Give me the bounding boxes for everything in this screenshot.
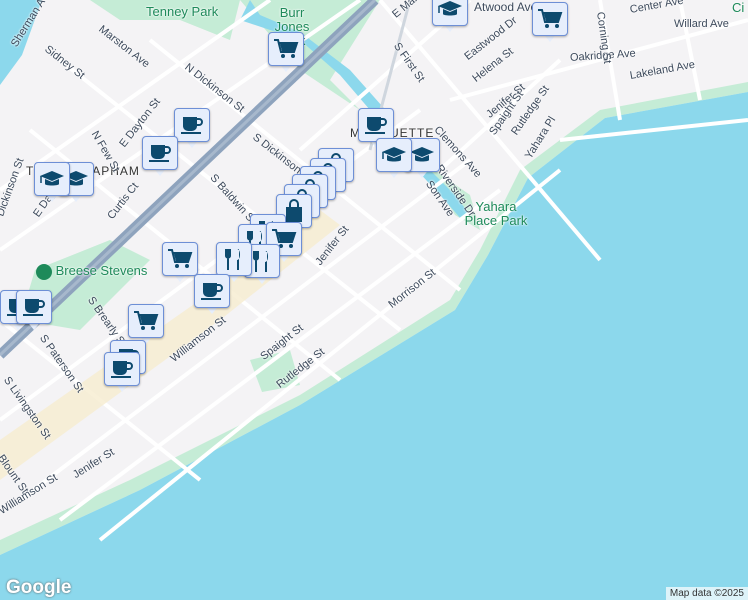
poi-marker-shopping-cart[interactable] xyxy=(268,32,304,76)
park-label-tenney: Tenney Park xyxy=(146,4,219,19)
street-label: Atwood Ave xyxy=(474,0,538,14)
coffee-cup-icon xyxy=(104,352,140,386)
poi-marker-coffee-cup[interactable] xyxy=(194,274,230,318)
google-logo: Google xyxy=(6,577,72,598)
poi-marker-coffee-cup[interactable] xyxy=(16,290,52,334)
poi-marker-graduation-cap[interactable] xyxy=(34,162,70,206)
poi-marker-coffee-cup[interactable] xyxy=(142,136,178,180)
street-label: Willard Ave xyxy=(674,18,729,30)
graduation-cap-icon xyxy=(376,138,412,172)
poi-marker-shopping-cart[interactable] xyxy=(532,2,568,46)
map-canvas[interactable] xyxy=(0,0,748,600)
map-attribution[interactable]: Map data ©2025 xyxy=(665,587,748,600)
breese-stevens-text: Breese Stevens xyxy=(55,263,148,278)
restaurant-icon xyxy=(216,242,252,276)
park-label-breese-stevens: Breese Stevens xyxy=(36,263,147,280)
poi-marker-graduation-cap[interactable] xyxy=(376,138,412,182)
graduation-cap-icon xyxy=(34,162,70,196)
coffee-cup-icon xyxy=(174,108,210,142)
coffee-cup-icon xyxy=(194,274,230,308)
shopping-cart-icon xyxy=(128,304,164,338)
shopping-cart-icon xyxy=(532,2,568,36)
poi-marker-coffee-cup[interactable] xyxy=(174,108,210,152)
shopping-cart-icon xyxy=(268,32,304,66)
poi-marker-shopping-cart[interactable] xyxy=(162,242,198,286)
park-label-partial: Ci xyxy=(732,0,745,15)
graduation-cap-icon xyxy=(432,0,468,26)
poi-marker-coffee-cup[interactable] xyxy=(104,352,140,396)
coffee-cup-icon xyxy=(16,290,52,324)
coffee-cup-icon xyxy=(358,108,394,142)
shopping-cart-icon xyxy=(162,242,198,276)
poi-marker-graduation-cap[interactable] xyxy=(432,0,468,36)
stadium-icon xyxy=(36,263,52,280)
coffee-cup-icon xyxy=(142,136,178,170)
